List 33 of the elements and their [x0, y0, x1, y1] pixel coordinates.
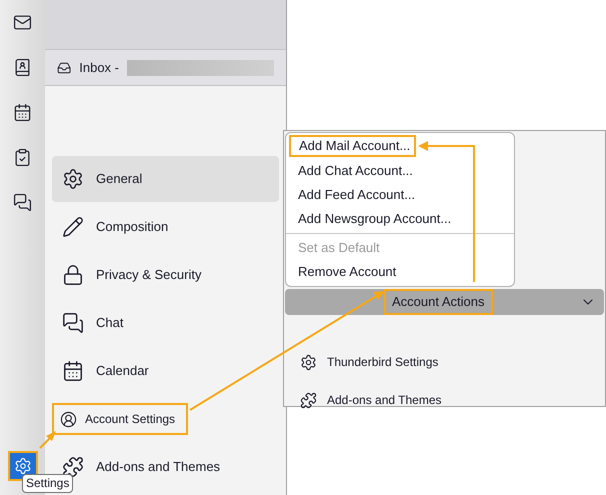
nav-item[interactable]: Privacy & Security — [52, 252, 279, 298]
button-label[interactable]: Account Actions — [384, 289, 492, 315]
puzzle-icon — [62, 456, 84, 478]
menu-item[interactable]: Remove Account — [286, 260, 514, 284]
clipboard-icon — [13, 148, 32, 166]
gear-icon — [14, 457, 32, 475]
account-actions-button[interactable]: Account Actions — [285, 289, 604, 315]
mail-icon — [13, 12, 32, 32]
chat-icon — [13, 192, 32, 212]
account-icon — [60, 410, 77, 428]
nav-item[interactable]: Composition — [52, 204, 279, 250]
calendar-icon — [62, 360, 84, 382]
nav-item[interactable]: Calendar — [52, 348, 279, 394]
gear-icon — [62, 168, 84, 190]
gear-icon — [300, 354, 317, 370]
tooltip: Settings — [22, 474, 74, 493]
menu-item[interactable]: Add Newsgroup Account... — [286, 207, 514, 231]
menu-item[interactable]: Add Mail Account... — [289, 135, 416, 157]
menu-item[interactable]: Add Feed Account... — [286, 183, 514, 207]
nav-item[interactable]: Chat — [52, 300, 279, 346]
settings-link[interactable]: Add-ons and Themes — [300, 391, 605, 409]
address-book-icon — [13, 58, 32, 76]
nav-item[interactable]: Account Settings — [52, 403, 188, 435]
puzzle-icon — [300, 392, 317, 408]
tab-title: Inbox - — [79, 58, 119, 77]
menu-item[interactable]: Add Chat Account... — [286, 159, 514, 183]
pencil-icon — [62, 216, 84, 238]
calendar-icon — [13, 102, 32, 122]
nav-item[interactable]: General — [52, 156, 279, 202]
chat-icon — [62, 312, 84, 334]
callout-arrow — [39, 431, 56, 449]
settings-link[interactable]: Thunderbird Settings — [300, 353, 605, 371]
lock-icon — [62, 264, 84, 286]
